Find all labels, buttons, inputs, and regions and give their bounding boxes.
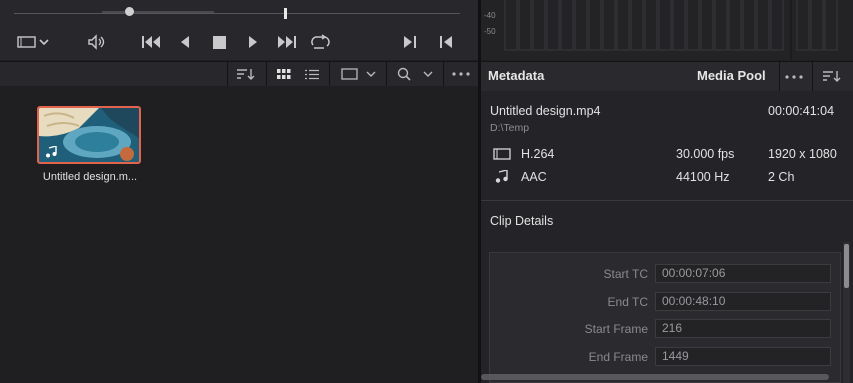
toolbar-divider — [329, 62, 330, 86]
meter-bars — [504, 0, 838, 60]
video-codec: H.264 — [521, 147, 555, 161]
skip-back-icon — [142, 36, 160, 48]
detail-label: Start TC — [603, 267, 648, 281]
grid-icon — [277, 68, 291, 79]
clip-display-options[interactable] — [338, 62, 382, 86]
toolbar-divider — [227, 62, 228, 86]
jump-end-button[interactable] — [275, 33, 299, 51]
list-icon — [305, 69, 319, 79]
more-options-button[interactable] — [449, 62, 473, 86]
thumbnail-zoom-slider[interactable] — [102, 11, 214, 13]
header-divider — [779, 62, 780, 91]
monitor-icon — [17, 36, 49, 48]
sort-icon — [237, 68, 255, 80]
detail-label: End Frame — [588, 350, 648, 364]
section-divider — [481, 200, 853, 201]
metadata-options-button[interactable] — [782, 62, 806, 91]
detail-label: Start Frame — [584, 322, 648, 336]
thumbnail-zoom-knob[interactable] — [125, 7, 134, 16]
clip-name[interactable]: Untitled design.m... — [30, 171, 150, 183]
search-icon — [397, 67, 433, 81]
header-divider — [812, 62, 813, 91]
detail-label: End TC — [607, 295, 648, 309]
audio-channels: 2 Ch — [768, 170, 795, 184]
media-pool-tab[interactable]: Media Pool — [697, 68, 766, 83]
frame-rate: 30.000 fps — [676, 147, 735, 161]
clip-duration: 00:00:41:04 — [768, 104, 835, 118]
list-view-button[interactable] — [301, 62, 323, 86]
video-icon — [493, 148, 511, 160]
viewer-transport — [0, 0, 478, 60]
loop-icon — [311, 34, 330, 49]
sort-icon — [823, 71, 841, 82]
file-name: Untitled design.mp4 — [490, 104, 601, 118]
file-path: D:\Temp — [490, 122, 530, 134]
clip-thumbnail[interactable] — [37, 106, 141, 164]
toolbar-divider — [443, 62, 444, 86]
jump-start-button[interactable] — [140, 33, 162, 51]
audio-icon — [495, 170, 508, 183]
horizontal-scrollbar[interactable] — [481, 374, 829, 380]
metadata-title: Metadata — [488, 68, 545, 83]
mark-out-button[interactable] — [438, 33, 454, 51]
play-reverse-icon — [181, 36, 189, 48]
thumbnail-view-button[interactable] — [273, 62, 295, 86]
ellipsis-icon — [785, 74, 803, 79]
mark-in-button[interactable] — [402, 33, 418, 51]
end-frame-field[interactable]: 1449 — [655, 347, 831, 366]
prev-frame-button[interactable] — [176, 33, 194, 51]
start-tc-field[interactable]: 00:00:07:06 — [655, 264, 831, 283]
skip-forward-icon — [278, 36, 296, 48]
play-button[interactable] — [244, 33, 262, 51]
sample-rate: 44100 Hz — [676, 170, 730, 184]
clip-display-dropdown[interactable] — [16, 33, 50, 51]
search-button[interactable] — [394, 62, 436, 86]
audio-codec: AAC — [521, 170, 547, 184]
speaker-icon — [88, 34, 105, 50]
metadata-sort-button[interactable] — [818, 62, 846, 91]
toolbar-divider — [266, 62, 267, 86]
vertical-scroll-thumb[interactable] — [844, 244, 849, 288]
toolbar-divider — [386, 62, 387, 86]
volume-button[interactable] — [86, 33, 108, 51]
resolution: 1920 x 1080 — [768, 147, 837, 161]
playhead[interactable] — [284, 8, 287, 19]
play-to-mark-icon — [404, 36, 416, 48]
play-icon — [249, 36, 257, 48]
meter-label: -50 — [484, 27, 496, 36]
frame-chevron-icon — [341, 68, 376, 80]
end-tc-field[interactable]: 00:00:48:10 — [655, 292, 831, 311]
audio-note-icon — [46, 146, 57, 158]
scrubber-track[interactable] — [14, 13, 460, 14]
stop-button[interactable] — [210, 33, 228, 51]
stop-icon — [212, 35, 226, 49]
sort-button[interactable] — [232, 62, 260, 86]
reverse-to-mark-icon — [440, 36, 452, 48]
ellipsis-icon — [452, 72, 470, 76]
meter-label: -40 — [484, 11, 496, 20]
start-frame-field[interactable]: 216 — [655, 319, 831, 338]
clip-details-title[interactable]: Clip Details — [490, 214, 553, 228]
loop-button[interactable] — [308, 33, 332, 51]
audio-meters — [481, 0, 853, 60]
